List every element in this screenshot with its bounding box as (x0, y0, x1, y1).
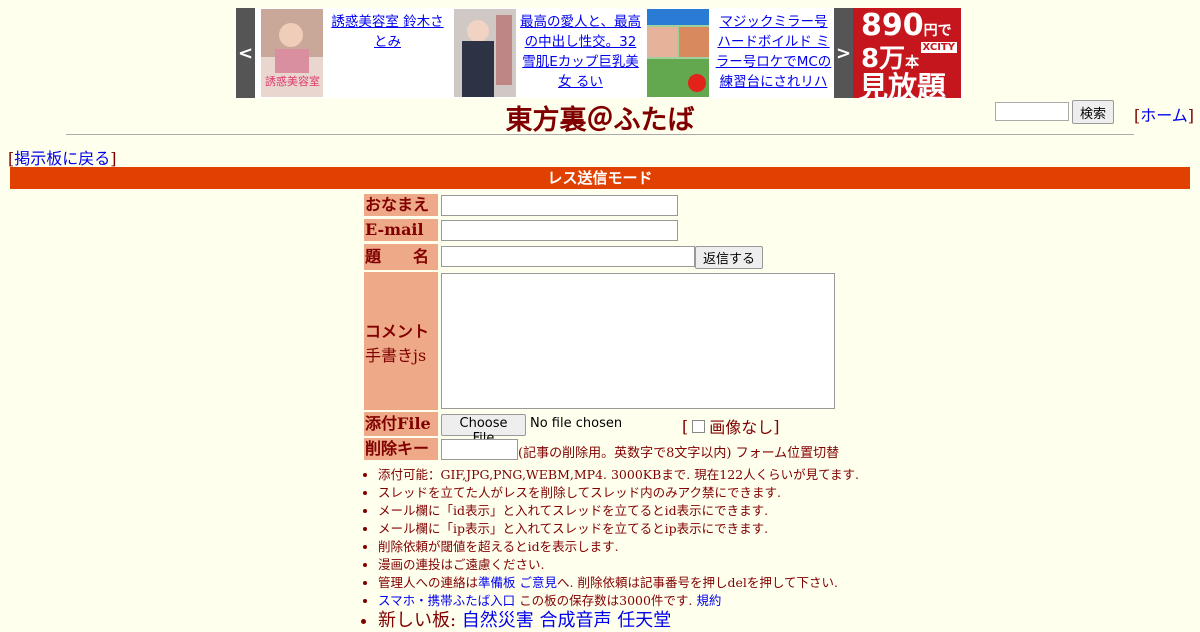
back-nav: [掲示板に戻る] (8, 145, 117, 169)
board-notes-list: 添付可能：GIF,JPG,PNG,WEBM,MP4. 3000KBまで. 現在1… (360, 466, 859, 632)
comment-label-cell: コメント 手書きjs (364, 272, 438, 410)
ad-next-button[interactable]: > (834, 8, 853, 98)
reply-submit-button[interactable]: 返信する (695, 246, 763, 269)
ad-link-1[interactable]: 誘惑美容室 鈴木さとみ (327, 8, 448, 98)
ad-strip: < 誘惑美容室 誘惑美容室 鈴木さとみ 最高の愛人と、最高の中出し性交。32 雪… (236, 8, 964, 104)
no-image-option: [ 画像なし ] (682, 414, 780, 438)
form-position-toggle-link[interactable]: フォーム位置切替 (736, 446, 840, 461)
note-text: を押して下さい. (746, 575, 838, 590)
terms-link[interactable]: 規約 (696, 593, 721, 608)
note-text: この板の保存数は3000件です. (515, 593, 693, 608)
note-item: 管理人への連絡は準備板 ご意見へ. 削除依頼は記事番号を押しdelを押して下さい… (378, 574, 859, 592)
email-input[interactable] (441, 220, 678, 241)
note-item: メール欄に「id表示」と入れてスレッドを立てるとid表示にできます. (378, 502, 859, 520)
ad-thumbnail-3[interactable] (647, 9, 709, 97)
prep-board-link[interactable]: 準備板 (478, 575, 516, 590)
new-board-link-synth-voice[interactable]: 合成音声 (540, 610, 612, 631)
del-link[interactable]: del (727, 575, 746, 590)
delete-key-input[interactable] (441, 439, 518, 460)
new-board-link-disaster[interactable]: 自然災害 (462, 610, 534, 631)
no-image-checkbox[interactable] (692, 419, 706, 433)
chevron-right-icon: > (835, 42, 852, 64)
comment-textarea[interactable] (441, 273, 835, 409)
ad-link-3[interactable]: マジックミラー号 ハードボイルド ミラー号ロケでMCの練習台にされリハ (713, 8, 834, 98)
ad-thumbnail-1[interactable]: 誘惑美容室 (261, 9, 323, 97)
note-text: 管理人への連絡は (378, 575, 479, 590)
subject-input[interactable] (441, 246, 695, 267)
note-item: スマホ・携帯ふたば入口 この板の保存数は3000件です. 規約 (378, 592, 859, 610)
subject-label: 題 名 (364, 244, 438, 270)
new-boards-item: 新しい板: 自然災害 合成音声 任天堂 (378, 610, 859, 632)
ad-link-2[interactable]: 最高の愛人と、最高の中出し性交。32 雪肌Eカップ巨乳美女 るい (520, 8, 641, 98)
home-nav: [ホーム] (1134, 102, 1194, 126)
bracket-close: ] (773, 416, 780, 436)
email-label: E-mail (364, 219, 438, 241)
search-button[interactable]: 検索 (1072, 100, 1114, 124)
note-item: 削除依頼が閾値を超えるとidを表示します. (378, 538, 859, 556)
home-link[interactable]: ホーム (1140, 106, 1188, 125)
ad-item-2[interactable]: 最高の愛人と、最高の中出し性交。32 雪肌Eカップ巨乳美女 るい (448, 8, 641, 98)
ad-item-3[interactable]: マジックミラー号 ハードボイルド ミラー号ロケでMCの練習台にされリハ (641, 8, 834, 98)
comment-label: コメント (365, 322, 430, 341)
banner-price-unit: 円で (923, 23, 952, 39)
file-label: 添付File (364, 412, 438, 436)
bracket-close: ] (110, 149, 117, 168)
bracket-open: [ (682, 416, 689, 436)
note-item: 添付可能：GIF,JPG,PNG,WEBM,MP4. 3000KBまで. 現在1… (378, 466, 859, 484)
search-input[interactable] (995, 102, 1069, 121)
new-boards-label: 新しい板: (378, 610, 462, 631)
no-file-text: No file chosen (530, 416, 623, 431)
reply-mode-bar: レス送信モード (10, 167, 1190, 189)
bracket-close: ] (1187, 106, 1195, 125)
name-label: おなまえ (364, 194, 438, 216)
mobile-entry-link[interactable]: スマホ・携帯ふたば入口 (378, 593, 515, 608)
name-input[interactable] (441, 195, 678, 216)
handwriting-link[interactable]: 手書きjs (365, 346, 426, 365)
note-item: スレッドを立てた人がレスを削除してスレッド内のみアク禁にできます. (378, 484, 859, 502)
delete-key-hint: (記事の削除用。英数字で8文字以内) (518, 446, 732, 461)
choose-file-button[interactable]: Choose File (441, 414, 526, 446)
header-divider (66, 134, 1134, 135)
back-to-board-link[interactable]: 掲示板に戻る (14, 149, 110, 168)
no-image-label: 画像なし (709, 418, 774, 437)
note-item: 漫画の連投はご遠慮ください. (378, 556, 859, 574)
note-text: へ. 削除依頼は記事番号を押し (557, 575, 728, 590)
ad-banner[interactable]: 890円で 8万本 XCITY 見放題 (853, 8, 961, 104)
delete-key-label: 削除キー (364, 438, 438, 460)
svg-text:誘惑美容室: 誘惑美容室 (265, 74, 320, 88)
ad-thumbnail-2[interactable] (454, 9, 516, 97)
delete-key-note: (記事の削除用。英数字で8文字以内) フォーム位置切替 (518, 442, 839, 461)
ad-prev-button[interactable]: < (236, 8, 255, 98)
note-item: メール欄に「ip表示」と入れてスレッドを立てるとip表示にできます. (378, 520, 859, 538)
banner-brand-logo: XCITY (920, 42, 957, 53)
ad-item-1[interactable]: 誘惑美容室 誘惑美容室 鈴木さとみ (255, 8, 448, 98)
chevron-left-icon: < (237, 42, 254, 64)
new-board-link-nintendo[interactable]: 任天堂 (617, 610, 671, 631)
feedback-link[interactable]: ご意見 (520, 575, 558, 590)
